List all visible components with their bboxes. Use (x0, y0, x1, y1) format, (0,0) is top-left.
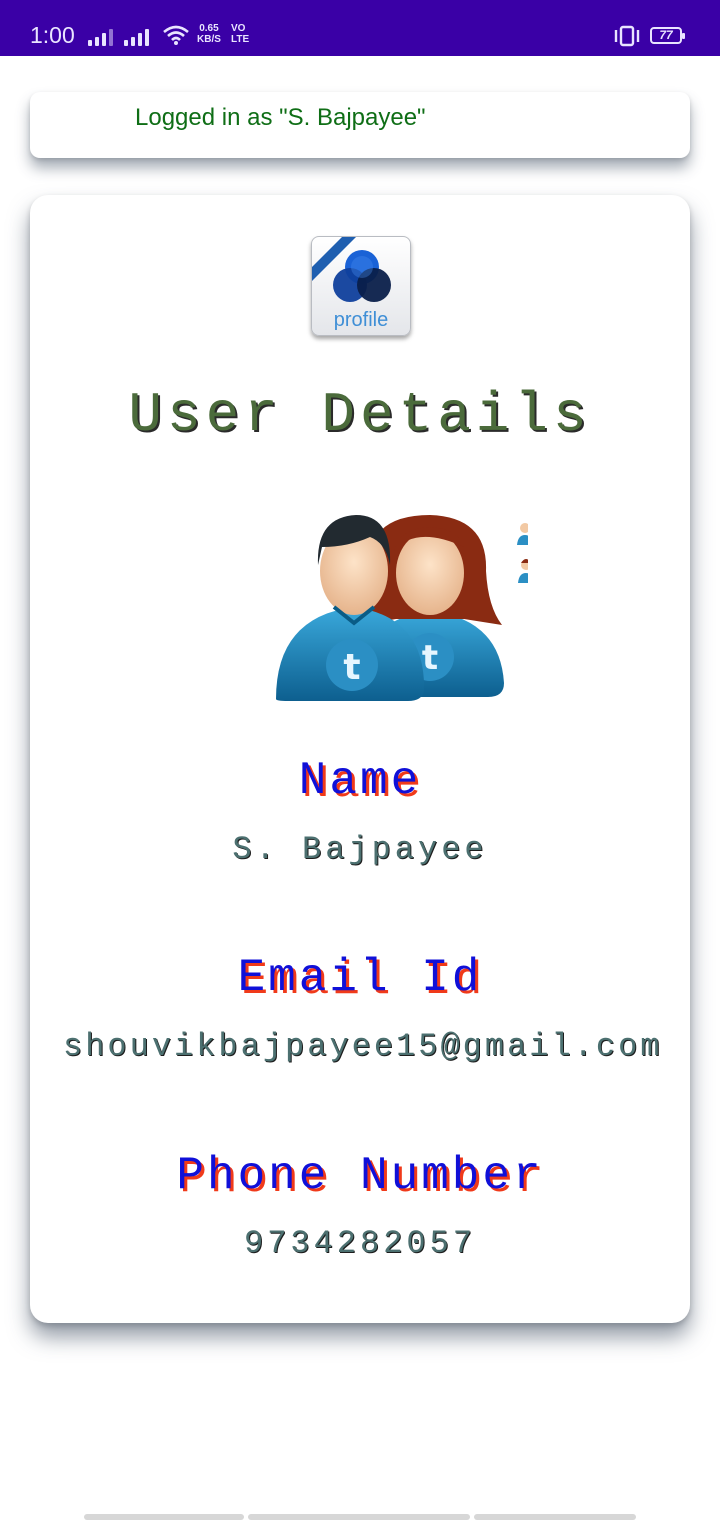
net-speed-unit: KB/S (197, 34, 221, 45)
login-status-card: Logged in as "S. Bajpayee" (30, 92, 690, 158)
name-value: S. Bajpayee (232, 831, 488, 868)
logged-in-text: Logged in as "S. Bajpayee" (135, 104, 426, 131)
vibrate-icon (614, 25, 640, 47)
battery-level: 77 (659, 28, 673, 42)
phone-value: 9734282057 (243, 1225, 477, 1262)
status-time: 1:00 (30, 22, 75, 48)
net-speed-value: 0.65 (199, 23, 219, 34)
signal-icon (88, 26, 113, 46)
svg-text:t: t (422, 638, 438, 678)
volte-bottom: LTE (231, 34, 250, 45)
status-bar: 1:00 0.65 KB/S VO LTE 77 (0, 0, 720, 56)
profile-icon-label: profile (333, 309, 389, 331)
volte-top: VO (231, 23, 246, 34)
navigation-bar[interactable] (84, 1514, 636, 1520)
users-icon: t t (276, 515, 528, 701)
name-label: Name (298, 755, 422, 807)
nav-segment-right[interactable] (474, 1514, 636, 1520)
wifi-icon (163, 25, 189, 45)
signal-icon (124, 26, 149, 46)
svg-text:t: t (343, 647, 360, 688)
nav-segment-left[interactable] (84, 1514, 244, 1520)
battery-icon: 77 (650, 27, 685, 44)
net-speed: 0.65 KB/S (197, 23, 221, 45)
profile-icon: profile (311, 236, 411, 336)
user-details-card: profile User Details t t Name S. Bajpaye… (30, 195, 690, 1323)
email-value: shouvikbajpayee15@gmail.com (63, 1028, 660, 1065)
page-title: User Details (128, 383, 592, 447)
volte-indicator: VO LTE (231, 23, 249, 45)
phone-label: Phone Number (176, 1150, 544, 1202)
email-label: Email Id (237, 952, 483, 1004)
nav-segment-center[interactable] (248, 1514, 470, 1520)
